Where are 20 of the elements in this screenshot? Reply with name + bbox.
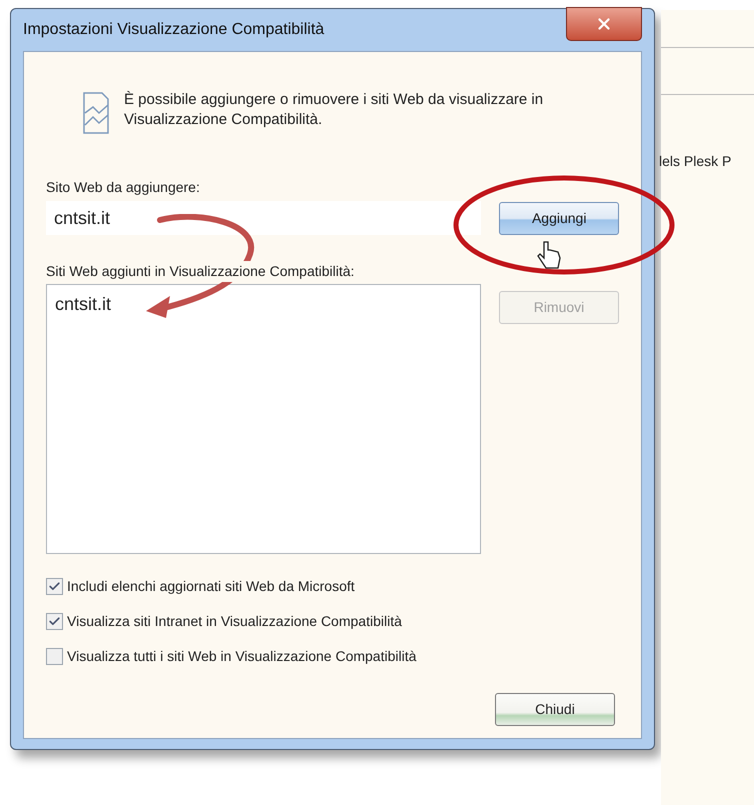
picture-file-icon [82,91,110,135]
close-button[interactable] [566,7,642,41]
option-label: Includi elenchi aggiornati siti Web da Microsoft [67,577,355,596]
website-input-field[interactable]: cntsit.it [46,201,482,235]
option-label: Visualizza tutti i siti Web in Visualizzazione Compatibilità [67,647,416,666]
option-label: Visualizza siti Intranet in Visualizzazione Compatibilità [67,612,402,631]
checkbox[interactable] [46,578,63,595]
checkbox[interactable] [46,613,63,630]
add-field-label: Sito Web da aggiungere: [46,178,201,197]
list-item[interactable]: cntsit.it [47,291,480,318]
description-text: È possibile aggiungere o rimuovere i siti Web da visualizzare in Visualizzazione Compatibilità. [124,90,544,130]
close-dialog-button[interactable]: Chiudi [495,693,615,726]
background-text: lels Plesk P [659,152,732,171]
checkbox[interactable] [46,648,63,665]
list-label: Siti Web aggiunti in Visualizzazione Compatibilità: [46,261,354,282]
check-icon [48,580,61,593]
websites-list[interactable]: cntsit.it [46,284,481,554]
check-icon [48,615,61,628]
add-button[interactable]: Aggiungi [499,202,619,234]
window-title: Impostazioni Visualizzazione Compatibilità [23,20,324,40]
